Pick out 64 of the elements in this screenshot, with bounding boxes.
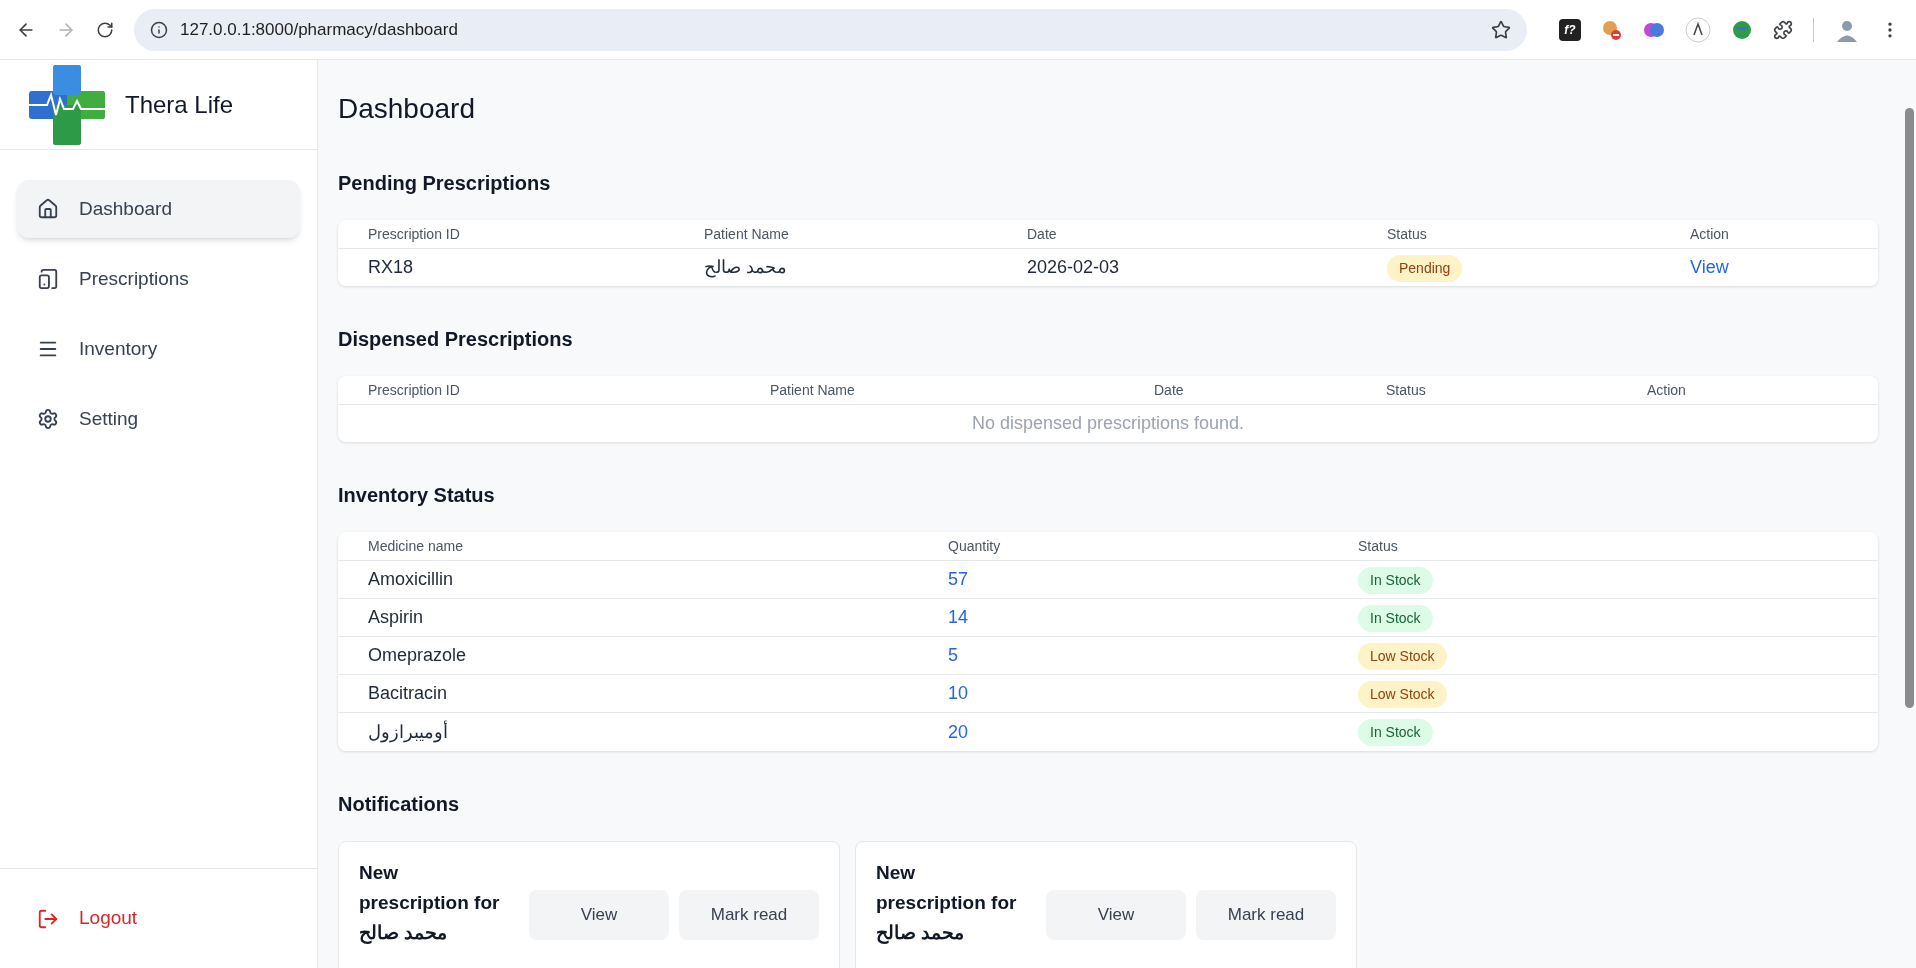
- nav-item[interactable]: Inventory: [17, 320, 300, 378]
- status-badge: Low Stock: [1358, 642, 1447, 670]
- table-cell: Bacitracin: [368, 683, 448, 703]
- column-header: Patient Name: [770, 380, 856, 400]
- section-heading: Dispensed Prescriptions: [338, 327, 574, 352]
- home-icon: [37, 198, 59, 220]
- table-cell: 10: [948, 683, 969, 703]
- column-header: Patient Name: [704, 224, 790, 244]
- section-heading: Inventory Status: [338, 483, 496, 508]
- table-cell: 57: [948, 569, 969, 589]
- view-link[interactable]: View: [1690, 257, 1729, 277]
- view-button[interactable]: View: [1046, 890, 1186, 940]
- info-icon: [150, 20, 168, 39]
- nav-item[interactable]: Prescriptions: [17, 250, 300, 308]
- mark-read-button[interactable]: Mark read: [1196, 890, 1336, 940]
- logout-link[interactable]: Logout: [37, 904, 138, 933]
- extension-icon[interactable]: [1601, 18, 1623, 41]
- column-header: Action: [1647, 380, 1687, 400]
- column-header: Status: [1386, 380, 1427, 400]
- empty-message: No dispensed prescriptions found.: [971, 412, 1245, 435]
- table-cell: أوميبرازول: [368, 721, 448, 742]
- table-cell: RX18: [368, 257, 414, 277]
- nav-item[interactable]: Setting: [17, 390, 300, 448]
- view-button[interactable]: View: [529, 890, 669, 940]
- table-cell: 5: [948, 645, 958, 665]
- status-badge: In Stock: [1358, 566, 1433, 594]
- column-header: Action: [1690, 224, 1730, 244]
- reload-icon[interactable]: [96, 20, 114, 39]
- table-cell: 2026-02-03: [1027, 257, 1120, 277]
- table-cell: Aspirin: [368, 607, 424, 627]
- extension-icon[interactable]: [1685, 16, 1711, 43]
- column-header: Prescription ID: [368, 380, 461, 400]
- nav-item[interactable]: Dashboard: [17, 180, 300, 238]
- notification-message: New prescription for محمد صالح: [359, 861, 501, 946]
- page-title: Dashboard: [338, 92, 476, 126]
- table-cell: Amoxicillin: [368, 569, 454, 589]
- brand-name: Thera Life: [125, 89, 234, 120]
- address-bar[interactable]: 127.0.0.1:8000/pharmacy/dashboard: [134, 8, 1527, 51]
- column-header: Prescription ID: [368, 224, 461, 244]
- table-cell: Omeprazole: [368, 645, 467, 665]
- status-badge: In Stock: [1358, 604, 1433, 632]
- column-header: Status: [1358, 536, 1399, 556]
- section-heading: Pending Prescriptions: [338, 171, 552, 196]
- table-cell: محمد صالح: [704, 257, 787, 277]
- notification-message: New prescription for محمد صالح: [876, 861, 1018, 946]
- column-header: Date: [1027, 224, 1058, 244]
- settings-icon: [37, 408, 59, 430]
- table-cell: 14: [948, 607, 969, 627]
- status-badge: In Stock: [1358, 719, 1433, 746]
- column-header: Quantity: [948, 536, 1002, 556]
- table-cell: 20: [948, 721, 969, 742]
- extension-icon[interactable]: f?: [1559, 18, 1581, 41]
- section-heading: Notifications: [338, 792, 461, 817]
- url-text: 127.0.0.1:8000/pharmacy/dashboard: [180, 18, 459, 41]
- status-badge: Low Stock: [1358, 680, 1447, 708]
- mark-read-button[interactable]: Mark read: [679, 890, 819, 940]
- extensions-icon[interactable]: [1773, 19, 1793, 40]
- logout-icon: [37, 907, 59, 930]
- medical-cross-logo-icon: [29, 64, 105, 145]
- column-header: Date: [1154, 380, 1185, 400]
- bookmark-star-icon[interactable]: [1491, 19, 1511, 40]
- column-header: Status: [1387, 224, 1428, 244]
- column-header: Medicine name: [368, 536, 464, 556]
- status-badge: Pending: [1387, 254, 1463, 282]
